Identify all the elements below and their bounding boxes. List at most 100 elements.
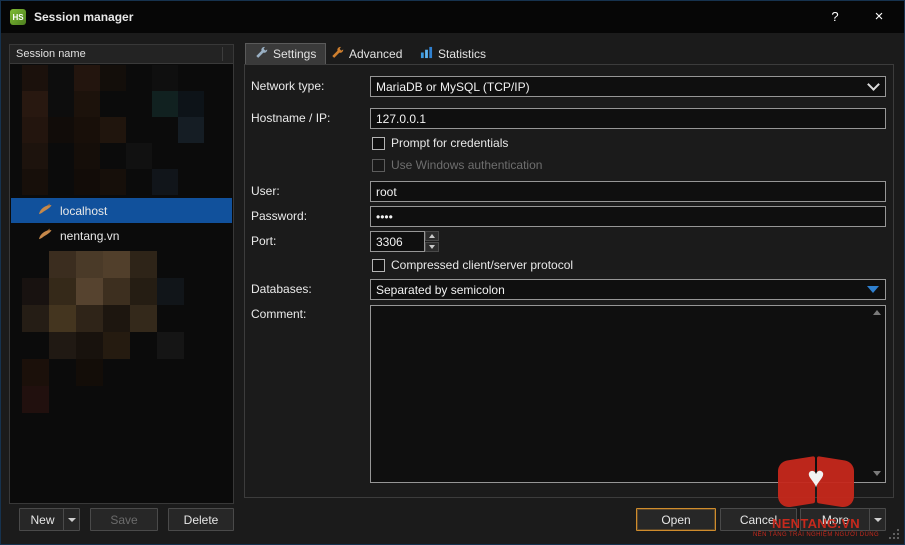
stepper-down-button[interactable] xyxy=(425,242,439,252)
dolphin-icon xyxy=(38,228,53,244)
checkbox-box xyxy=(372,137,385,150)
censored-tile xyxy=(103,251,130,278)
censored-tile xyxy=(157,278,184,305)
comment-textarea[interactable] xyxy=(370,305,886,483)
censored-tile xyxy=(74,169,100,195)
session-list: Session name localhost nentang.vn xyxy=(9,44,234,504)
censored-tile xyxy=(178,117,204,143)
censored-tile xyxy=(22,65,48,91)
censored-tile xyxy=(130,251,157,278)
censored-tile xyxy=(49,251,76,278)
network-type-label: Network type: xyxy=(251,79,324,93)
tab-advanced-label: Advanced xyxy=(349,47,402,61)
censored-tile xyxy=(49,278,76,305)
censored-tile xyxy=(48,91,74,117)
resize-grip[interactable] xyxy=(897,537,899,539)
dropdown-arrow-icon xyxy=(867,286,879,293)
censored-tile xyxy=(178,91,204,117)
user-input[interactable] xyxy=(370,181,886,202)
session-label: localhost xyxy=(60,204,107,218)
port-stepper xyxy=(425,231,439,252)
prompt-credentials-checkbox[interactable]: Prompt for credentials xyxy=(372,136,508,150)
censored-tile xyxy=(103,332,130,359)
windows-auth-checkbox: Use Windows authentication xyxy=(372,158,542,172)
more-button-label: More xyxy=(822,513,849,527)
compressed-protocol-checkbox[interactable]: Compressed client/server protocol xyxy=(372,258,573,272)
session-row-localhost[interactable]: localhost xyxy=(11,198,232,223)
tab-settings[interactable]: Settings xyxy=(245,43,326,64)
censored-tile xyxy=(74,65,100,91)
wrench-icon xyxy=(331,46,344,62)
session-label: nentang.vn xyxy=(60,229,119,243)
user-label: User: xyxy=(251,184,280,198)
titlebar: HS Session manager ? × xyxy=(1,1,904,33)
network-type-select[interactable]: MariaDB or MySQL (TCP/IP) xyxy=(370,76,886,97)
censored-tile xyxy=(157,332,184,359)
databases-select[interactable]: Separated by semicolon xyxy=(370,279,886,300)
session-manager-window: HS Session manager ? × Session name loca… xyxy=(0,0,905,545)
port-label: Port: xyxy=(251,234,276,248)
new-session-button[interactable]: New xyxy=(19,508,80,531)
new-button-label: New xyxy=(30,513,54,527)
hostname-input[interactable] xyxy=(370,108,886,129)
censored-tile xyxy=(76,359,103,386)
dolphin-icon xyxy=(38,203,53,219)
tab-statistics[interactable]: Statistics xyxy=(411,43,495,64)
tab-statistics-label: Statistics xyxy=(438,47,486,61)
censored-tile xyxy=(126,143,152,169)
censored-tile xyxy=(100,169,126,195)
censored-tile xyxy=(76,305,103,332)
port-input[interactable] xyxy=(370,231,425,252)
stepper-up-button[interactable] xyxy=(425,231,439,241)
close-button[interactable]: × xyxy=(858,1,900,33)
password-label: Password: xyxy=(251,209,307,223)
censored-tile xyxy=(49,332,76,359)
tab-settings-label: Settings xyxy=(273,47,316,61)
censored-tile xyxy=(48,117,74,143)
session-row-nentang[interactable]: nentang.vn xyxy=(11,223,232,248)
cancel-button[interactable]: Cancel xyxy=(720,508,797,531)
more-button[interactable]: More xyxy=(800,508,886,531)
censored-tile xyxy=(130,278,157,305)
censored-tile xyxy=(22,169,48,195)
databases-value: Separated by semicolon xyxy=(376,283,505,297)
compressed-protocol-label: Compressed client/server protocol xyxy=(391,258,573,272)
censored-tile xyxy=(74,143,100,169)
censored-tile xyxy=(76,251,103,278)
tab-advanced[interactable]: Advanced xyxy=(322,43,411,64)
prompt-credentials-label: Prompt for credentials xyxy=(391,136,508,150)
chevron-down-icon xyxy=(68,518,76,522)
censored-tile xyxy=(22,117,48,143)
network-type-value: MariaDB or MySQL (TCP/IP) xyxy=(376,80,530,94)
open-button[interactable]: Open xyxy=(636,508,716,531)
censored-tile xyxy=(22,91,48,117)
save-button[interactable]: Save xyxy=(90,508,158,531)
checkbox-box xyxy=(372,259,385,272)
censored-tile xyxy=(76,332,103,359)
scrollbar-up-icon[interactable] xyxy=(873,310,881,315)
session-list-header[interactable]: Session name xyxy=(10,45,233,64)
censored-tile xyxy=(100,117,126,143)
comment-label: Comment: xyxy=(251,307,306,321)
scrollbar-down-icon[interactable] xyxy=(873,471,881,476)
watermark-tagline: NỀN TẢNG TRẢI NGHIỆM NGƯỜI DÙNG xyxy=(740,532,892,538)
password-input[interactable] xyxy=(370,206,886,227)
windows-auth-label: Use Windows authentication xyxy=(391,158,542,172)
mosaic-host: localhost nentang.vn xyxy=(10,63,233,503)
censored-tile xyxy=(48,65,74,91)
censored-tile xyxy=(130,305,157,332)
new-dropdown-button[interactable] xyxy=(63,509,79,530)
censored-tile xyxy=(22,386,49,413)
checkbox-box xyxy=(372,159,385,172)
arrow-up-icon xyxy=(429,234,435,238)
delete-button[interactable]: Delete xyxy=(168,508,234,531)
help-button[interactable]: ? xyxy=(814,1,856,33)
censored-tile xyxy=(152,169,178,195)
censored-tile xyxy=(76,278,103,305)
censored-tile xyxy=(49,305,76,332)
databases-label: Databases: xyxy=(251,282,312,296)
hostname-label: Hostname / IP: xyxy=(251,111,330,125)
arrow-down-icon xyxy=(429,245,435,249)
more-dropdown-button[interactable] xyxy=(869,509,885,530)
wrench-icon xyxy=(255,46,268,62)
